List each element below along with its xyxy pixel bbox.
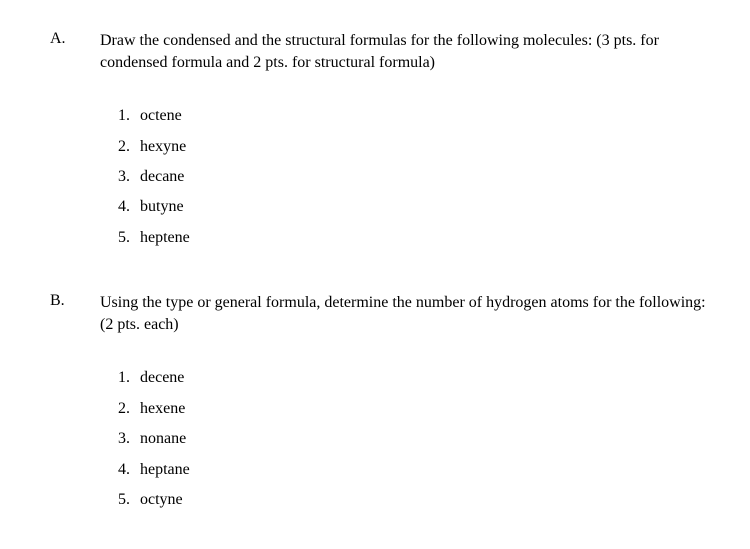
item-text: butyne — [140, 198, 184, 215]
item-number: 2. — [118, 136, 136, 158]
section-b-label: B. — [50, 292, 100, 519]
section-b-prompt: Using the type or general formula, deter… — [100, 292, 710, 335]
section-b-items: 1. decene 2. hexene 3. nonane 4. heptane… — [100, 367, 710, 511]
item-number: 5. — [118, 227, 136, 249]
item-text: heptane — [140, 461, 190, 478]
item-text: heptene — [140, 229, 190, 246]
item-number: 2. — [118, 398, 136, 420]
item-number: 4. — [118, 196, 136, 218]
item-text: decene — [140, 369, 184, 386]
item-text: hexene — [140, 400, 185, 417]
section-b-content: Using the type or general formula, deter… — [100, 292, 710, 519]
section-a-items: 1. octene 2. hexyne 3. decane 4. butyne … — [100, 105, 710, 249]
item-number: 3. — [118, 166, 136, 188]
section-b: B. Using the type or general formula, de… — [50, 292, 710, 519]
section-a-prompt: Draw the condensed and the structural fo… — [100, 30, 710, 73]
item-text: decane — [140, 168, 184, 185]
list-item: 2. hexene — [118, 398, 710, 420]
item-text: hexyne — [140, 138, 186, 155]
item-text: octyne — [140, 491, 183, 508]
item-number: 1. — [118, 367, 136, 389]
list-item: 5. octyne — [118, 489, 710, 511]
section-a-content: Draw the condensed and the structural fo… — [100, 30, 710, 257]
list-item: 3. nonane — [118, 428, 710, 450]
item-number: 1. — [118, 105, 136, 127]
item-number: 5. — [118, 489, 136, 511]
section-a-label: A. — [50, 30, 100, 257]
item-number: 3. — [118, 428, 136, 450]
item-number: 4. — [118, 459, 136, 481]
item-text: octene — [140, 107, 182, 124]
list-item: 1. decene — [118, 367, 710, 389]
list-item: 3. decane — [118, 166, 710, 188]
list-item: 1. octene — [118, 105, 710, 127]
list-item: 4. heptane — [118, 459, 710, 481]
item-text: nonane — [140, 430, 186, 447]
list-item: 2. hexyne — [118, 136, 710, 158]
section-a: A. Draw the condensed and the structural… — [50, 30, 710, 257]
list-item: 4. butyne — [118, 196, 710, 218]
list-item: 5. heptene — [118, 227, 710, 249]
